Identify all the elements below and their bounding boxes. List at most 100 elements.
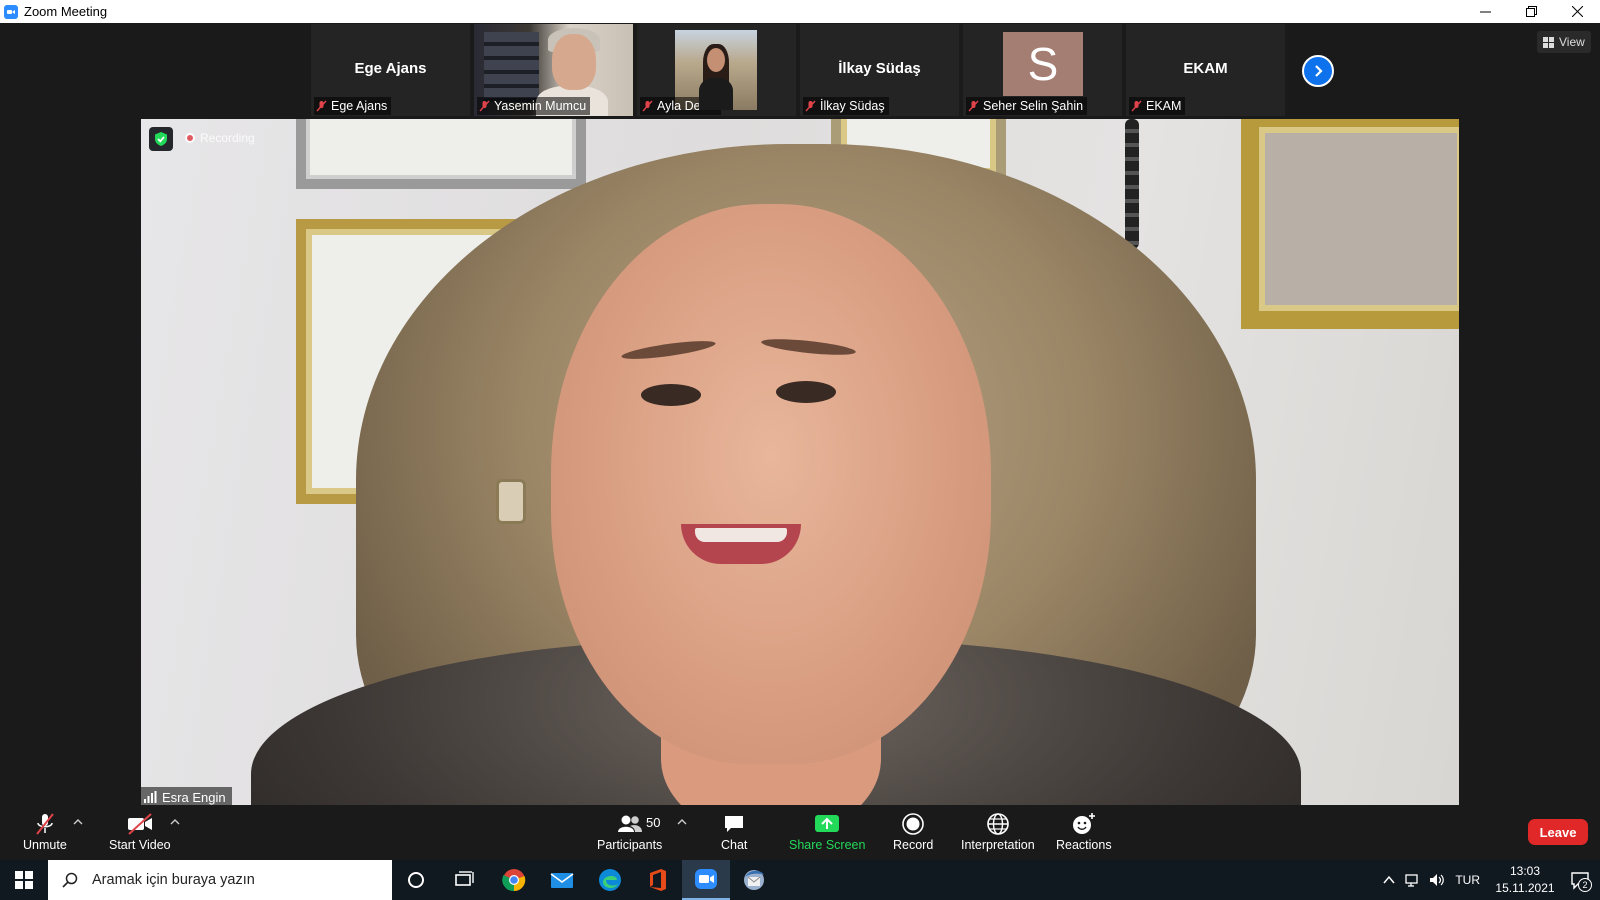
unmute-button[interactable]: Unmute: [23, 811, 67, 852]
start-video-button[interactable]: Start Video: [109, 811, 171, 852]
taskbar-app-office[interactable]: [634, 860, 682, 900]
participant-display-name: Ege Ajans: [354, 60, 427, 77]
close-icon: [1571, 6, 1583, 17]
taskbar-search[interactable]: [48, 860, 392, 900]
clock-time: 13:03: [1509, 864, 1541, 878]
zoom-app-icon: [4, 4, 18, 19]
network-button[interactable]: [1401, 860, 1425, 900]
cortana-button[interactable]: [392, 860, 440, 900]
clock[interactable]: 13:03 15.11.2021: [1490, 863, 1560, 897]
leave-button[interactable]: Leave: [1528, 819, 1588, 845]
muted-mic-icon: [479, 100, 490, 112]
video-off-icon: [127, 813, 152, 835]
participant-tile[interactable]: Yasemin Mumcu: [474, 24, 633, 116]
meeting-toolbar: Unmute Start Video Participants 50 Chat …: [0, 805, 1600, 857]
participants-label: Participants: [597, 838, 663, 852]
record-icon: [902, 813, 924, 835]
taskbar-app-chrome[interactable]: [490, 860, 538, 900]
next-page-button[interactable]: [1302, 55, 1334, 87]
interpretation-label: Interpretation: [961, 838, 1035, 852]
taskbar-app-zoom[interactable]: [682, 860, 730, 900]
participant-tile[interactable]: Ege Ajans Ege Ajans: [311, 24, 470, 116]
participant-strip: Ege Ajans Ege Ajans Yasemin Mumcu Ayla D…: [311, 24, 1285, 118]
close-button[interactable]: [1554, 0, 1600, 23]
video-options-caret[interactable]: [170, 813, 182, 825]
share-screen-button[interactable]: Share Screen: [789, 811, 865, 852]
participant-name: Yasemin Mumcu: [494, 99, 587, 113]
participant-display-name: İlkay Südaş: [838, 60, 921, 77]
smiley-plus-icon: [1072, 813, 1095, 834]
signal-bars-icon: [144, 791, 157, 803]
search-icon: [62, 872, 78, 888]
muted-mic-icon: [642, 100, 653, 112]
share-screen-icon: [815, 815, 840, 832]
mozilla-thunderbird-icon: [744, 870, 764, 890]
volume-button[interactable]: [1425, 860, 1449, 900]
share-screen-label: Share Screen: [789, 838, 866, 852]
audio-options-caret[interactable]: [73, 813, 85, 825]
input-language-indicator[interactable]: TUR: [1449, 873, 1490, 887]
recording-indicator: Recording: [185, 131, 255, 145]
speaker-volume-icon: [1430, 874, 1445, 886]
muted-mic-icon: [968, 100, 979, 112]
record-label: Record: [893, 838, 934, 852]
restore-button[interactable]: [1508, 0, 1554, 23]
speaker-name-tag: Esra Engin: [141, 787, 232, 807]
chat-label: Chat: [721, 838, 748, 852]
speaker-name: Esra Engin: [162, 789, 226, 805]
zoom-icon: [695, 869, 717, 889]
system-tray: TUR 13:03 15.11.2021 2: [1377, 860, 1600, 900]
reactions-label: Reactions: [1056, 838, 1112, 852]
active-speaker-video: Recording Esra Engin: [141, 119, 1459, 807]
minimize-icon: [1479, 11, 1491, 13]
caret-up-icon: [677, 819, 687, 825]
participant-tile[interactable]: İlkay Südaş İlkay Südaş: [800, 24, 959, 116]
start-video-label: Start Video: [109, 838, 171, 852]
participant-name-tag: Seher Selin Şahin: [966, 97, 1088, 115]
minimize-button[interactable]: [1462, 0, 1508, 23]
participant-name-tag: İlkay Südaş: [803, 97, 889, 115]
reactions-button[interactable]: Reactions: [1056, 811, 1112, 852]
record-button[interactable]: Record: [893, 811, 933, 852]
shield-check-icon: [155, 132, 167, 146]
participants-icon: [617, 815, 642, 832]
caret-up-icon: [73, 819, 83, 825]
recording-dot-icon: [185, 133, 195, 143]
participants-options-caret[interactable]: [677, 813, 689, 825]
search-input[interactable]: [92, 872, 382, 888]
participant-name-tag: Ege Ajans: [314, 97, 392, 115]
chevron-up-icon: [1383, 875, 1395, 884]
participant-name: EKAM: [1146, 99, 1182, 113]
participant-name: İlkay Südaş: [820, 99, 885, 113]
caret-up-icon: [170, 819, 180, 825]
chat-button[interactable]: Chat: [721, 811, 747, 852]
task-view-button[interactable]: [440, 860, 488, 900]
avatar: S: [1003, 32, 1083, 96]
notification-badge: 2: [1578, 878, 1592, 892]
participant-name-tag: Yasemin Mumcu: [477, 97, 591, 115]
taskbar-app-thunderbird[interactable]: [730, 860, 778, 900]
muted-mic-icon: [316, 100, 327, 112]
participant-tile[interactable]: S Seher Selin Şahin: [963, 24, 1122, 116]
windows-taskbar: TUR 13:03 15.11.2021 2: [0, 860, 1600, 900]
taskbar-app-edge[interactable]: [586, 860, 634, 900]
title-bar: Zoom Meeting: [0, 0, 1600, 23]
start-button[interactable]: [0, 860, 48, 900]
security-shield-button[interactable]: [149, 127, 173, 151]
interpretation-button[interactable]: Interpretation: [961, 811, 1035, 852]
mail-icon: [550, 873, 574, 888]
participant-tile[interactable]: Ayla Deniz: [637, 24, 796, 116]
network-icon: [1405, 874, 1418, 887]
muted-mic-icon: [1131, 100, 1142, 112]
cortana-icon: [408, 872, 424, 888]
chat-bubble-icon: [725, 816, 744, 832]
participant-name: Seher Selin Şahin: [983, 99, 1084, 113]
chevron-right-icon: [1315, 65, 1323, 77]
window-title: Zoom Meeting: [24, 4, 108, 19]
action-center-button[interactable]: 2: [1560, 860, 1600, 900]
taskbar-app-mail[interactable]: [538, 860, 586, 900]
participant-tile[interactable]: EKAM EKAM: [1126, 24, 1285, 116]
edge-icon: [599, 869, 621, 891]
show-hidden-icons-button[interactable]: [1377, 860, 1401, 900]
view-button[interactable]: View: [1537, 31, 1591, 53]
